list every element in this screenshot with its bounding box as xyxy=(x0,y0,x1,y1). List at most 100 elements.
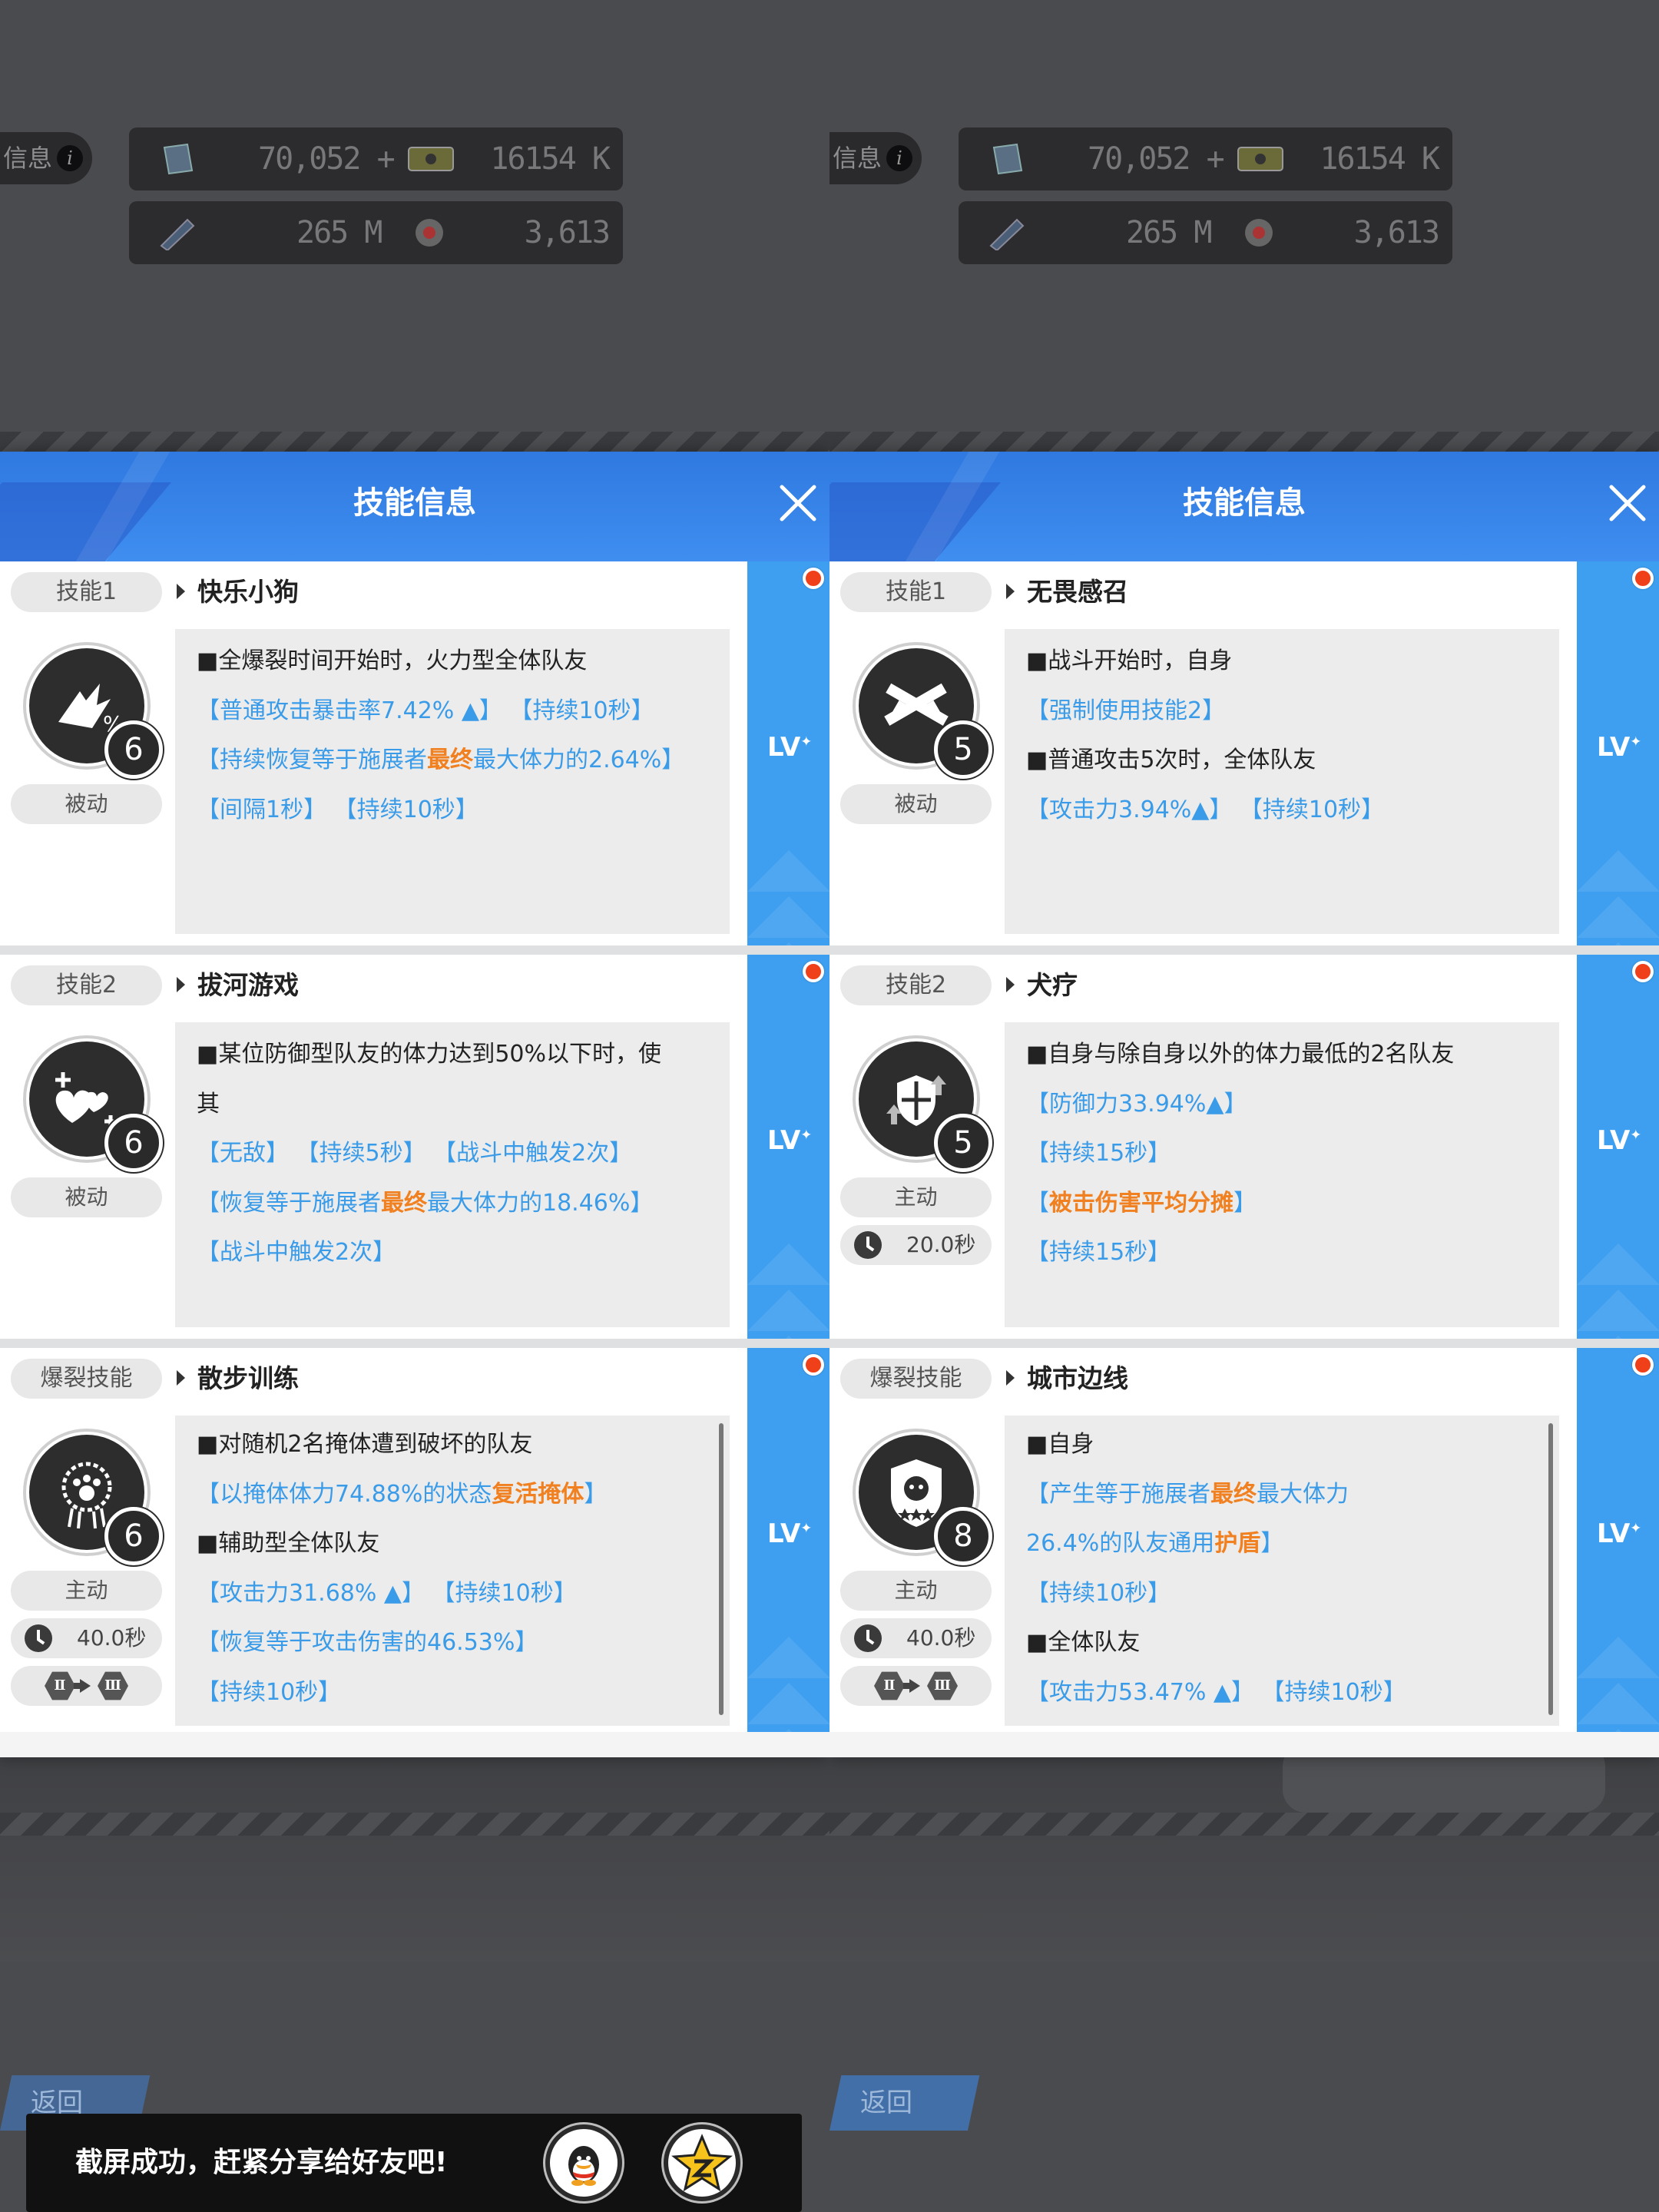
skill-description: ■全爆裂时间开始时，火力型全体队友 【普通攻击暴击率7.42% ▲】 【持续10秒… xyxy=(175,629,730,934)
description-text: ■自身 xyxy=(1026,1431,1094,1458)
resource-bar-top: 70,052 + 16154 K xyxy=(129,127,623,190)
hazard-stripe xyxy=(0,1813,830,1836)
description-line: 【防御力33.94%▲】 xyxy=(1026,1080,1559,1130)
lv-label: LV✦ xyxy=(767,1518,813,1549)
description-line: 【战斗中触发2次】 xyxy=(197,1228,730,1278)
qq-share-icon[interactable] xyxy=(545,2124,622,2201)
scrollbar[interactable] xyxy=(719,1423,724,1715)
card-divider xyxy=(0,1339,830,1348)
level-up-button[interactable]: LV✦ xyxy=(747,561,830,945)
info-tag[interactable]: 信息 i xyxy=(830,132,922,184)
lv-label: LV✦ xyxy=(1597,1518,1642,1549)
highlight-keyword: 最终 xyxy=(381,1189,427,1217)
skill-level-badge: 8 xyxy=(934,1507,992,1565)
description-text: 【 xyxy=(1026,1189,1049,1217)
description-line: 【攻击力53.47% ▲】 【持续10秒】 xyxy=(1026,1668,1559,1718)
skill-description[interactable]: ■自身 【产生等于施展者最终最大体力 26.4%的队友通用护盾】 【持续10秒】 ■全体… xyxy=(1005,1416,1559,1726)
resource-bar-bottom: 265 M 3,613 xyxy=(959,201,1452,264)
arrow-right-icon xyxy=(74,1679,91,1693)
highlight-keyword: 护盾 xyxy=(1214,1530,1261,1557)
description-line: 【持续15秒】 xyxy=(1026,1228,1559,1278)
description-text: 最大体力的2.64%】 xyxy=(473,747,685,773)
skill-name: 快乐小狗 xyxy=(177,572,299,612)
description-line: ■自身与除自身以外的体力最低的2名队友 xyxy=(1026,1030,1559,1080)
crystal-count[interactable]: 70,052 + xyxy=(1088,127,1225,190)
core-count: 3,613 xyxy=(524,215,611,250)
skill-icon-frame[interactable]: 5 xyxy=(853,1035,992,1172)
description-line: 【产生等于施展者最终最大体力 xyxy=(1026,1470,1559,1520)
skill-name: 无畏感召 xyxy=(1006,572,1128,612)
description-line: 【持续15秒】 xyxy=(1026,1129,1559,1179)
stage-hex-icon: Ⅲ xyxy=(98,1671,128,1700)
skill-icon-frame[interactable]: 6 xyxy=(23,1429,163,1565)
skill-card: 技能2 拔河游戏 6 被动 ■某位防御型队友的体力达到50%以下时，使其【无敌】… xyxy=(0,955,830,1339)
notification-dot xyxy=(803,568,824,589)
description-line: 【以掩体体力74.88%的状态复活掩体】 xyxy=(197,1470,730,1520)
skill-type-pill: 主动 xyxy=(840,1177,992,1217)
description-text: 26.4%的队友通用 xyxy=(1026,1530,1215,1557)
description-line: ■战斗开始时，自身 xyxy=(1026,637,1559,687)
cash-icon xyxy=(408,147,454,171)
dialog-header: 技能信息 xyxy=(830,452,1659,561)
lv-label: LV✦ xyxy=(767,732,813,763)
notification-dot xyxy=(1632,961,1654,982)
stage-hex-icon: Ⅱ xyxy=(45,1671,75,1700)
close-icon[interactable] xyxy=(776,481,820,525)
description-line: 【恢复等于攻击伤害的46.53%】 xyxy=(197,1618,730,1668)
skill-info-dialog: 技能信息 技能1 无畏感召 5 被动 ■战斗开始时，自身 【强制使用技能2】 ■普通… xyxy=(830,452,1659,1757)
cooldown-pill: 40.0秒 xyxy=(840,1618,992,1658)
skill-icon-frame[interactable]: 8 xyxy=(853,1429,992,1565)
level-up-button[interactable]: LV✦ xyxy=(1577,561,1659,945)
stage-hex-icon: Ⅲ xyxy=(927,1671,958,1700)
scrollbar[interactable] xyxy=(1548,1423,1553,1715)
skill-description[interactable]: ■对随机2名掩体遭到破坏的队友 【以掩体体力74.88%的状态复活掩体】 ■辅助型全… xyxy=(175,1416,730,1726)
notification-dot xyxy=(803,961,824,982)
cooldown-pill: 20.0秒 xyxy=(840,1225,992,1265)
crystal-count[interactable]: 70,052 + xyxy=(258,127,396,190)
return-button[interactable]: 返回 xyxy=(860,2075,912,2131)
skill-slot-badge: 技能2 xyxy=(840,965,992,1005)
description-line: 【间隔1秒】 【持续10秒】 xyxy=(197,786,730,836)
cash-icon xyxy=(1237,147,1283,171)
skill-type-pill: 被动 xyxy=(11,1177,162,1217)
arrow-right-icon xyxy=(903,1679,920,1693)
level-up-button[interactable]: LV✦ xyxy=(747,955,830,1339)
core-icon xyxy=(416,219,443,247)
info-tag[interactable]: 信息 i xyxy=(0,132,92,184)
description-text: 【无敌】 【持续5秒】 【战斗中触发2次】 xyxy=(197,1140,633,1167)
description-line: ■对随机2名掩体遭到破坏的队友 xyxy=(197,1420,730,1470)
description-text: 【恢复等于攻击伤害的46.53%】 xyxy=(197,1629,538,1656)
skill-level-badge: 6 xyxy=(104,1507,163,1565)
close-icon[interactable] xyxy=(1605,481,1650,525)
skill-slot-badge: 技能1 xyxy=(840,572,992,612)
skill-icon-frame[interactable]: 5 xyxy=(853,642,992,779)
level-up-button[interactable]: LV✦ xyxy=(747,1348,830,1732)
description-line: 【持续10秒】 xyxy=(197,1668,730,1718)
level-up-button[interactable]: LV✦ xyxy=(1577,1348,1659,1732)
info-icon[interactable]: i xyxy=(57,145,83,171)
description-text: 【攻击力53.47% ▲】 【持续10秒】 xyxy=(1026,1678,1406,1706)
description-text: ■全体队友 xyxy=(1026,1629,1141,1656)
notification-dot xyxy=(803,1354,824,1376)
skill-icon-frame[interactable]: % 6 xyxy=(23,642,163,779)
qzone-share-icon[interactable] xyxy=(664,2124,740,2201)
notification-dot xyxy=(1632,1354,1654,1376)
description-line: ■全体队友 xyxy=(1026,1618,1559,1668)
level-up-button[interactable]: LV✦ xyxy=(1577,955,1659,1339)
info-icon[interactable]: i xyxy=(886,145,912,171)
description-text: ■辅助型全体队友 xyxy=(197,1530,380,1557)
description-line: 【持续10秒】 xyxy=(1026,1569,1559,1619)
description-text: 【战斗中触发2次】 xyxy=(197,1239,396,1266)
description-line: 其 xyxy=(197,1080,730,1130)
description-line: 【持续恢复等于施展者最终最大体力的2.64%】 xyxy=(197,736,730,786)
description-text: 】 xyxy=(584,1480,608,1508)
clock-icon xyxy=(25,1624,52,1652)
skill-slot-badge: 技能2 xyxy=(11,965,162,1005)
battery-icon xyxy=(989,218,1025,250)
skill-name: 拔河游戏 xyxy=(177,965,299,1005)
skill-icon-frame[interactable]: 6 xyxy=(23,1035,163,1172)
skill-type-pill: 被动 xyxy=(840,784,992,824)
description-text: 【以掩体体力74.88%的状态 xyxy=(197,1480,492,1508)
description-text: ■普通攻击5次时，全体队友 xyxy=(1026,747,1316,773)
skill-description: ■自身与除自身以外的体力最低的2名队友 【防御力33.94%▲】 【持续15秒】 【被… xyxy=(1005,1022,1559,1327)
